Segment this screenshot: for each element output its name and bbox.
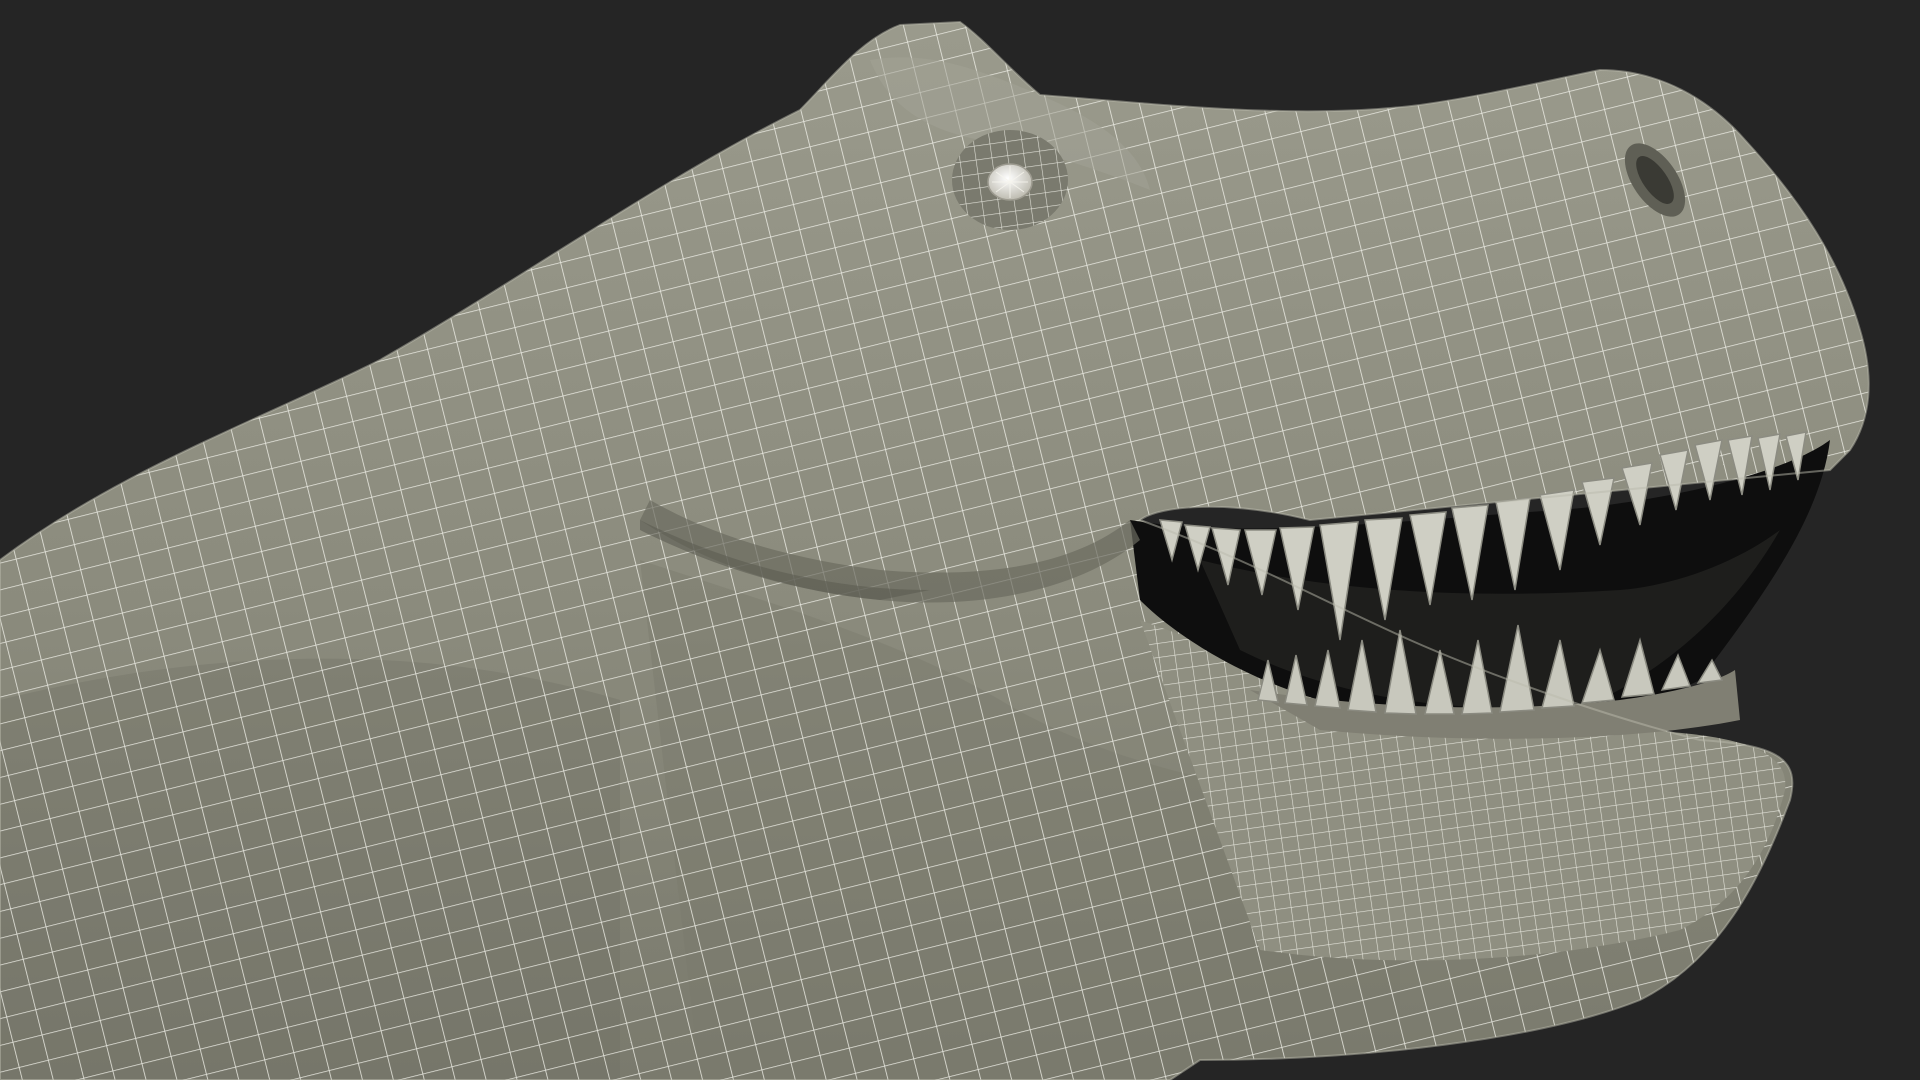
viewport-render <box>0 0 1920 1080</box>
eye <box>952 130 1068 230</box>
